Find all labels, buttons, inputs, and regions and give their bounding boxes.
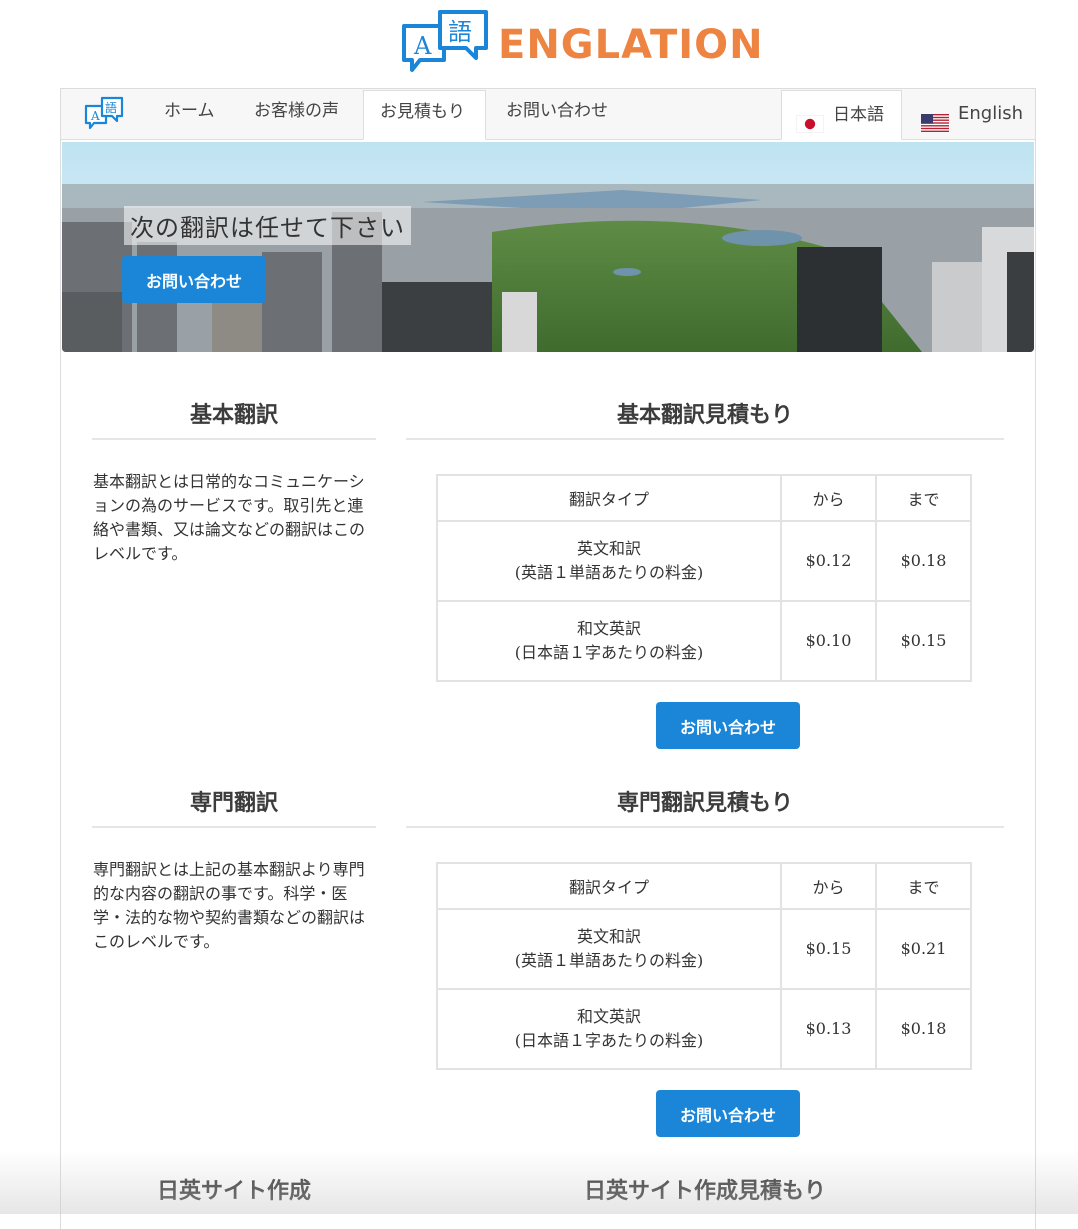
table-cell-from: $0.10 (780, 600, 877, 682)
contact-button-basic[interactable]: お問い合わせ (656, 702, 800, 749)
divider (92, 826, 376, 828)
hero-title: 次の翻訳は任せて下さい (124, 206, 411, 245)
section-title-specialized: 専門翻訳 (189, 790, 278, 816)
divider (92, 438, 376, 440)
lang-english-label: English (958, 103, 1023, 124)
svg-text:A: A (90, 109, 100, 123)
table-header-cell: 翻訳タイプ (436, 474, 782, 522)
us-flag-icon (921, 105, 949, 132)
svg-text:A: A (413, 32, 432, 60)
lang-english[interactable]: English (907, 90, 1031, 138)
table-cell-type: 和文英訳 (日本語１字あたりの料金) (436, 988, 782, 1070)
table-cell-from: $0.15 (780, 908, 877, 990)
table-header-cell: から (780, 474, 877, 522)
translate-bubbles-icon: A 語 (400, 8, 492, 84)
brand-logo[interactable]: A 語 ENGLATION (400, 8, 764, 84)
table-header-cell: まで (875, 862, 972, 910)
hero-contact-button[interactable]: お問い合わせ (122, 256, 266, 303)
table-header-row: 翻訳タイプ から まで (436, 474, 972, 522)
svg-text:語: 語 (448, 18, 472, 46)
lang-japanese-label: 日本語 (833, 105, 884, 125)
table-cell-from: $0.13 (780, 988, 877, 1070)
section-title-basic: 基本翻訳 (189, 402, 278, 428)
lang-japanese[interactable]: 日本語 (781, 90, 902, 140)
divider (406, 438, 1004, 440)
nav-brand-icon[interactable]: A 語 (83, 95, 125, 133)
hero-banner: 次の翻訳は任せて下さい お問い合わせ (62, 142, 1034, 352)
nav-contact[interactable]: お問い合わせ (490, 89, 624, 137)
table-cell-type: 英文和訳 (英語１単語あたりの料金) (436, 520, 782, 602)
section-title-website: 日英サイト作成 (156, 1178, 311, 1204)
table-row: 和文英訳 (日本語１字あたりの料金) $0.10 $0.15 (436, 600, 972, 682)
price-table-specialized: 翻訳タイプ から まで 英文和訳 (英語１単語あたりの料金) $0.15 $0.2… (436, 862, 972, 1070)
quote-title-website: 日英サイト作成見積もり (583, 1178, 826, 1204)
jp-flag-icon (795, 106, 825, 134)
table-cell-to: $0.21 (875, 908, 972, 990)
table-row: 和文英訳 (日本語１字あたりの料金) $0.13 $0.18 (436, 988, 972, 1070)
table-cell-to: $0.15 (875, 600, 972, 682)
section-description-specialized: 専門翻訳とは上記の基本翻訳より専門的な内容の翻訳の事です。科学・医学・法的な物や… (93, 860, 366, 951)
city-skyline-image (62, 142, 1034, 352)
navbar: A 語 ホーム お客様の声 お見積もり お問い合わせ 日本語 English (61, 89, 1035, 140)
table-row: 英文和訳 (英語１単語あたりの料金) $0.15 $0.21 (436, 908, 972, 990)
quote-title-specialized: 専門翻訳見積もり (616, 790, 793, 816)
nav-quote[interactable]: お見積もり (363, 90, 486, 140)
table-cell-type: 和文英訳 (日本語１字あたりの料金) (436, 600, 782, 682)
page-frame: A 語 ホーム お客様の声 お見積もり お問い合わせ 日本語 English 次… (60, 88, 1036, 1229)
quote-title-basic: 基本翻訳見積もり (616, 402, 793, 428)
table-cell-type: 英文和訳 (英語１単語あたりの料金) (436, 908, 782, 990)
nav-testimonials[interactable]: お客様の声 (238, 89, 355, 137)
svg-text:語: 語 (105, 100, 117, 115)
table-header-cell: から (780, 862, 877, 910)
table-cell-from: $0.12 (780, 520, 877, 602)
divider (406, 826, 1004, 828)
table-row: 英文和訳 (英語１単語あたりの料金) $0.12 $0.18 (436, 520, 972, 602)
table-cell-to: $0.18 (875, 988, 972, 1070)
table-cell-to: $0.18 (875, 520, 972, 602)
brand-name: ENGLATION (498, 22, 764, 68)
contact-button-specialized[interactable]: お問い合わせ (656, 1090, 800, 1137)
table-header-row: 翻訳タイプ から まで (436, 862, 972, 910)
table-header-cell: 翻訳タイプ (436, 862, 782, 910)
price-table-basic: 翻訳タイプ から まで 英文和訳 (英語１単語あたりの料金) $0.12 $0.1… (436, 474, 972, 682)
table-header-cell: まで (875, 474, 972, 522)
nav-home[interactable]: ホーム (148, 89, 231, 137)
section-description-basic: 基本翻訳とは日常的なコミュニケーションの為のサービスです。取引先と連絡や書類、又… (93, 472, 366, 563)
